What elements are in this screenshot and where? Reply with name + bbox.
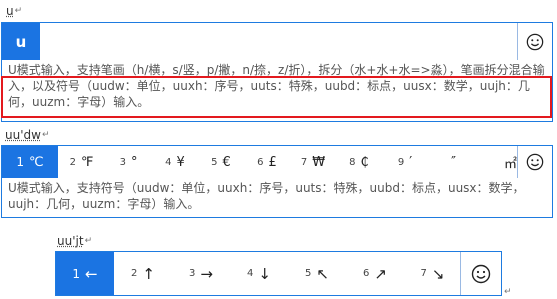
candidate-item[interactable]: 2 ↑ <box>114 252 172 295</box>
candidate-item[interactable]: 7 ₩ <box>290 146 336 178</box>
candidate-item[interactable]: 5 ↖ <box>288 252 346 295</box>
smile-icon <box>471 264 491 284</box>
return-mark: ↵ <box>504 287 512 297</box>
return-mark: ↵ <box>84 236 93 246</box>
typed-text-1: u↵ <box>6 4 23 18</box>
candidate-item[interactable]: 4 ¥ <box>152 146 198 178</box>
candidate-item[interactable]: 6 ↗ <box>346 252 404 295</box>
candidate-item[interactable]: 7 ↘ <box>404 252 461 295</box>
typed-text-3: uu'jt↵ <box>57 234 93 248</box>
candidate-item[interactable]: ″ <box>428 146 474 178</box>
candidate-item[interactable]: 6 £ <box>244 146 290 178</box>
candidate-item[interactable]: 2 ℉ <box>58 146 105 178</box>
candidate-item[interactable]: 1 ℃ <box>2 146 58 178</box>
return-mark: ↵ <box>41 130 50 140</box>
smile-icon <box>526 33 544 51</box>
return-mark: ↵ <box>14 6 23 16</box>
typed-text-2: uu'dw↵ <box>5 128 50 142</box>
smile-icon <box>526 153 544 171</box>
candidate-item[interactable]: 9 ′ <box>382 146 428 178</box>
candidate-item[interactable]: 4 ↓ <box>230 252 288 295</box>
description-panel-2: U模式输入，支持符号（uudw：单位，uuxh：序号，uuts：特殊，uubd：… <box>1 178 553 218</box>
candidate-item[interactable]: 3 → <box>172 252 230 295</box>
candidate-item[interactable]: 5 € <box>198 146 244 178</box>
candidate-item[interactable]: 3 ° <box>105 146 152 178</box>
candidate-item[interactable]: ㎡ <box>474 146 519 178</box>
highlight-box <box>1 76 552 118</box>
emoji-button[interactable] <box>517 23 552 60</box>
candidate-item[interactable]: 1 ← <box>56 252 114 295</box>
candidate-item[interactable]: 8 ₵ <box>336 146 382 178</box>
composition-code[interactable]: u <box>2 23 40 60</box>
candidate-list-2: 1 ℃ 2 ℉ 3 ° 4 ¥ 5 € 6 £ 7 ₩ 8 ₵ 9 ′ ″ ㎡ <box>2 146 519 178</box>
candidate-bar-2: 1 ℃ 2 ℉ 3 ° 4 ¥ 5 € 6 £ 7 ₩ 8 ₵ 9 ′ ″ ㎡ <box>1 145 553 179</box>
candidate-bar-3: 1 ← 2 ↑ 3 → 4 ↓ 5 ↖ 6 ↗ 7 ↘ <box>55 251 502 296</box>
emoji-button[interactable] <box>517 146 552 178</box>
ime-input-bar-1[interactable]: u <box>1 22 553 61</box>
emoji-button[interactable] <box>460 252 501 295</box>
candidate-list-3: 1 ← 2 ↑ 3 → 4 ↓ 5 ↖ 6 ↗ 7 ↘ <box>56 252 461 295</box>
